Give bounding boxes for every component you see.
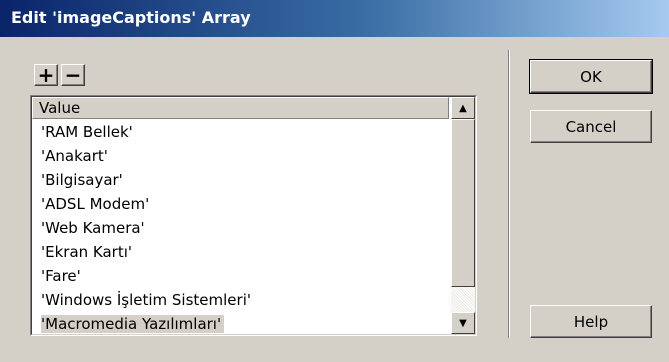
arrow-down-icon: ▼ xyxy=(459,317,467,329)
help-button[interactable]: Help xyxy=(530,305,652,338)
window-title: Edit 'imageCaptions' Array xyxy=(11,8,251,27)
list-item[interactable]: 'Ekran Kartı' xyxy=(32,240,449,264)
list-item[interactable]: 'Fare' xyxy=(32,264,449,288)
vertical-divider xyxy=(508,50,510,338)
scroll-up-button[interactable]: ▲ xyxy=(451,97,475,119)
scroll-down-button[interactable]: ▼ xyxy=(451,312,475,334)
title-bar[interactable]: Edit 'imageCaptions' Array xyxy=(0,0,669,37)
values-list: Value 'RAM Bellek' 'Anakart' 'Bilgisayar… xyxy=(30,95,477,336)
list-rows: 'RAM Bellek' 'Anakart' 'Bilgisayar' 'ADS… xyxy=(32,120,449,334)
remove-item-button[interactable]: − xyxy=(61,64,85,86)
add-item-button[interactable]: + xyxy=(34,64,58,86)
list-item-selected[interactable]: 'Macromedia Yazılımları' xyxy=(32,312,449,334)
scroll-thumb[interactable] xyxy=(451,119,475,287)
list-item[interactable]: 'Anakart' xyxy=(32,144,449,168)
arrow-up-icon: ▲ xyxy=(459,102,467,114)
plus-icon: + xyxy=(37,63,55,87)
list-item[interactable]: 'Bilgisayar' xyxy=(32,168,449,192)
minus-icon: − xyxy=(64,63,82,87)
list-item[interactable]: 'RAM Bellek' xyxy=(32,120,449,144)
list-item[interactable]: 'Windows İşletim Sistemleri' xyxy=(32,288,449,312)
column-header-value[interactable]: Value xyxy=(32,97,449,119)
list-item[interactable]: 'ADSL Modem' xyxy=(32,192,449,216)
ok-button[interactable]: OK xyxy=(529,59,653,94)
vertical-scrollbar[interactable]: ▲ ▼ xyxy=(451,97,475,334)
list-item[interactable]: 'Web Kamera' xyxy=(32,216,449,240)
cancel-button[interactable]: Cancel xyxy=(530,110,652,143)
